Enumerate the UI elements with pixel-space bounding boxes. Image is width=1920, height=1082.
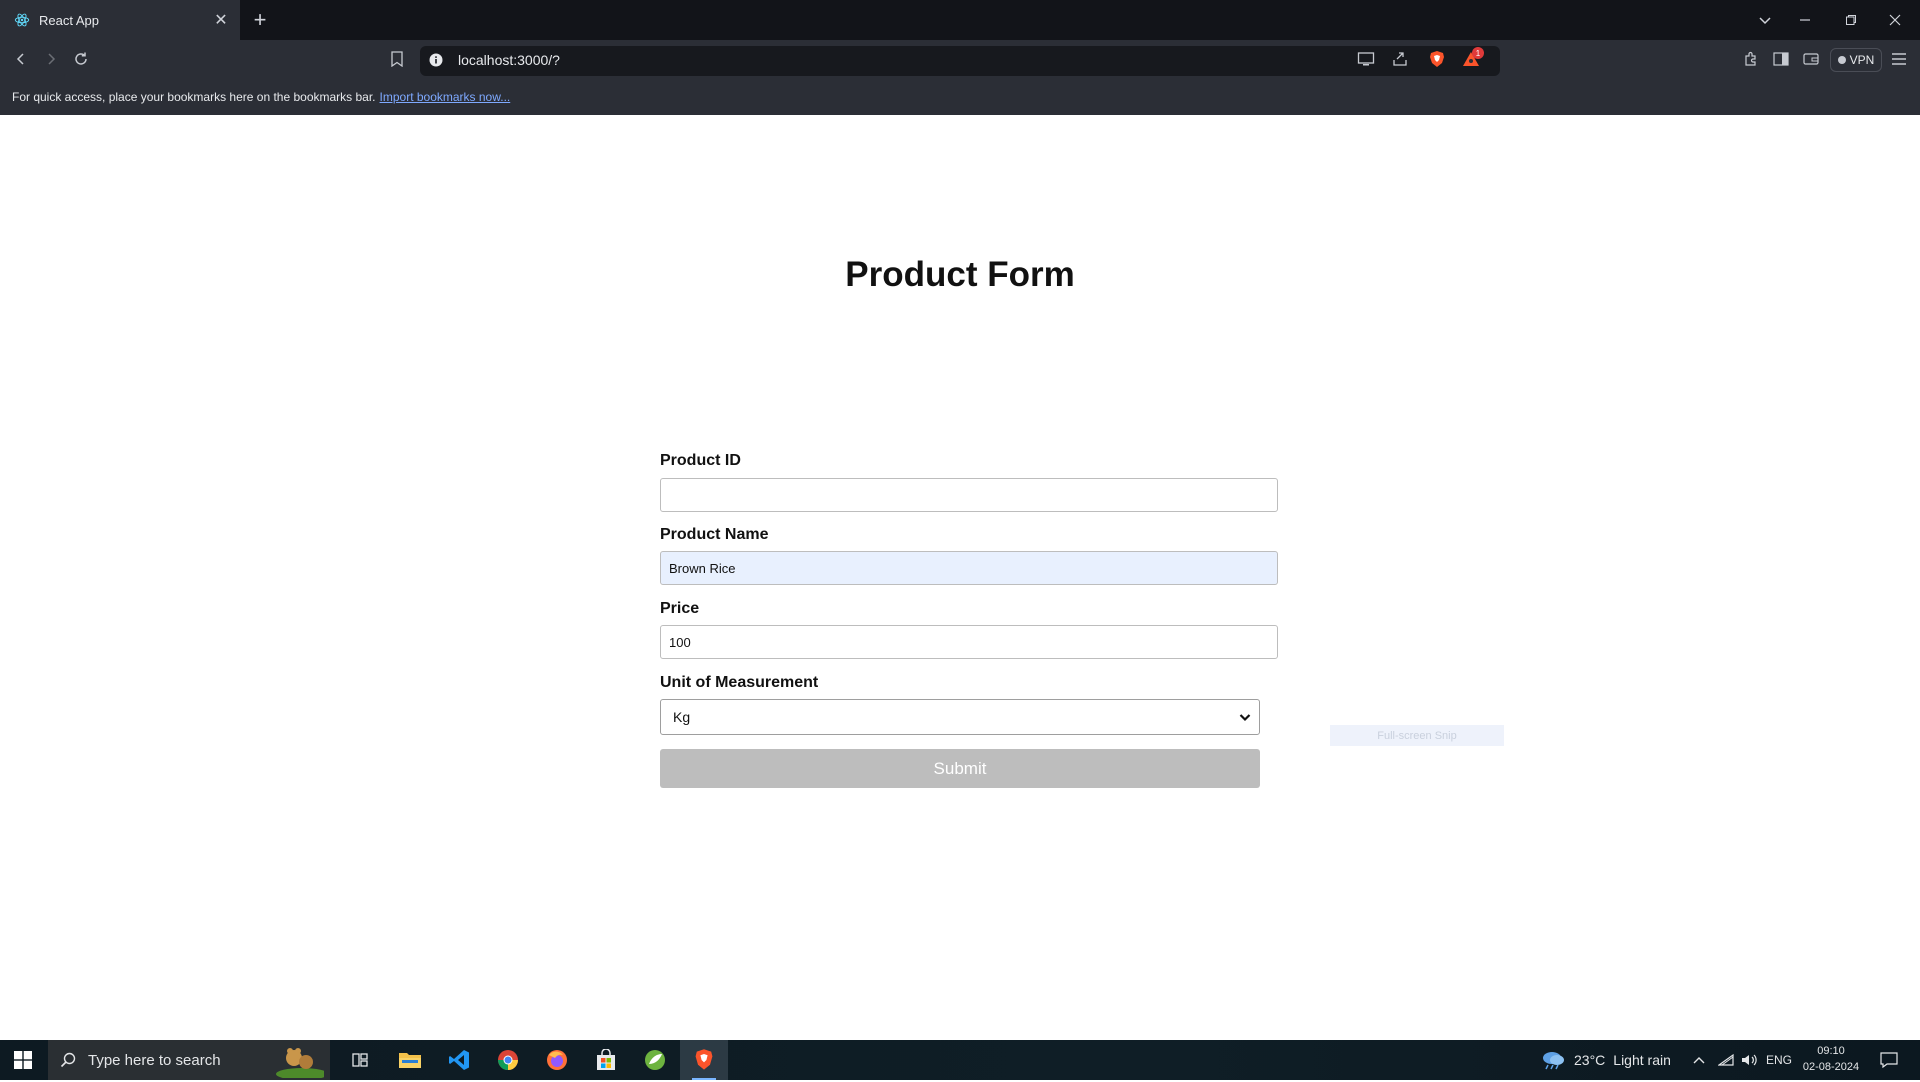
extensions-icon[interactable] (1740, 48, 1762, 70)
restore-icon[interactable] (1836, 8, 1866, 32)
cast-icon[interactable] (1355, 48, 1377, 70)
show-hidden-icons-chevron-icon[interactable] (1692, 1040, 1706, 1080)
reload-icon[interactable] (70, 48, 92, 70)
price-label: Price (660, 600, 700, 617)
tab-search-chevron-icon[interactable] (1750, 8, 1780, 32)
task-view-button[interactable] (336, 1040, 384, 1080)
clock-time: 09:10 (1817, 1045, 1845, 1057)
product-name-label: Product Name (660, 526, 769, 543)
product-id-input[interactable] (660, 478, 1278, 512)
vpn-status-icon (1837, 56, 1846, 64)
notification-center-icon[interactable] (1880, 1040, 1898, 1080)
import-bookmarks-link[interactable]: Import bookmarks now... (380, 90, 511, 104)
site-info-icon[interactable] (425, 49, 447, 71)
spring-icon (645, 1050, 665, 1070)
chrome-icon (497, 1050, 519, 1071)
menu-icon[interactable] (1888, 48, 1910, 70)
brave-shields-icon[interactable] (1426, 48, 1448, 70)
clock-date: 02-08-2024 (1802, 1061, 1860, 1073)
chevron-down-icon (1237, 709, 1253, 725)
address-bar[interactable] (420, 46, 1500, 76)
search-highlight-icon (272, 1042, 328, 1080)
search-icon (48, 1052, 88, 1068)
vscode-icon (449, 1050, 469, 1070)
weather-temperature: 23°C (1574, 1052, 1606, 1068)
spring-tool-button[interactable] (631, 1040, 679, 1080)
forward-icon[interactable] (40, 48, 62, 70)
network-icon[interactable] (1718, 1040, 1734, 1080)
store-icon (597, 1049, 615, 1070)
close-window-icon[interactable] (1880, 8, 1910, 32)
page-title: Product Form (845, 255, 1075, 294)
file-explorer-icon (399, 1053, 421, 1068)
url-text: localhost:3000/? (458, 52, 560, 68)
weather-condition: Light rain (1613, 1052, 1671, 1068)
notification-badge: 1 (1472, 47, 1484, 59)
product-id-label: Product ID (660, 452, 741, 469)
product-name-input[interactable]: Brown Rice (660, 551, 1278, 585)
bookmarks-bar: For quick access, place your bookmarks h… (0, 78, 1920, 115)
react-logo-icon (14, 12, 30, 28)
submit-button[interactable]: Submit (660, 749, 1260, 788)
weather-widget[interactable]: 23°C Light rain (1540, 1040, 1671, 1080)
sidebar-icon[interactable] (1770, 48, 1792, 70)
snip-tooltip: Full-screen Snip (1330, 725, 1504, 746)
taskbar-search-box[interactable]: Type here to search (48, 1040, 330, 1080)
minimize-icon[interactable] (1790, 8, 1820, 32)
chrome-button[interactable] (484, 1040, 532, 1080)
file-explorer-button[interactable] (386, 1040, 434, 1080)
unit-of-measurement-label: Unit of Measurement (660, 674, 819, 691)
unit-of-measurement-select[interactable]: Kg (660, 699, 1260, 735)
taskbar-search-placeholder: Type here to search (88, 1051, 221, 1069)
windows-logo-icon (14, 1051, 32, 1069)
bookmarks-bar-message: For quick access, place your bookmarks h… (12, 89, 376, 104)
back-icon[interactable] (10, 48, 32, 70)
windows-start-button[interactable] (0, 1040, 46, 1080)
brave-icon (695, 1049, 713, 1070)
input-language-indicator[interactable]: ENG (1766, 1040, 1792, 1080)
taskbar-clock[interactable]: 09:10 02-08-2024 (1796, 1043, 1866, 1075)
firefox-button[interactable] (533, 1040, 581, 1080)
wallet-icon[interactable] (1800, 48, 1822, 70)
vpn-button[interactable]: VPN (1830, 48, 1882, 72)
share-icon[interactable] (1389, 48, 1411, 70)
brave-browser-button[interactable] (680, 1040, 728, 1080)
price-input[interactable]: 100 (660, 625, 1278, 659)
vscode-button[interactable] (435, 1040, 483, 1080)
tab-title: React App (39, 12, 99, 28)
vpn-label: VPN (1849, 53, 1875, 67)
tab-react-app[interactable]: React App ✕ (0, 0, 240, 40)
firefox-icon (547, 1050, 567, 1070)
bookmark-icon[interactable] (386, 48, 408, 70)
volume-icon[interactable] (1741, 1040, 1759, 1080)
cloud-rain-icon (1540, 1048, 1566, 1073)
close-tab-icon[interactable]: ✕ (210, 9, 232, 31)
browser-tab-bar: React App ✕ + (0, 0, 1920, 40)
unit-selected-value: Kg (673, 709, 691, 725)
new-tab-button[interactable]: + (248, 7, 272, 32)
microsoft-store-button[interactable] (582, 1040, 630, 1080)
task-view-icon (352, 1053, 368, 1067)
